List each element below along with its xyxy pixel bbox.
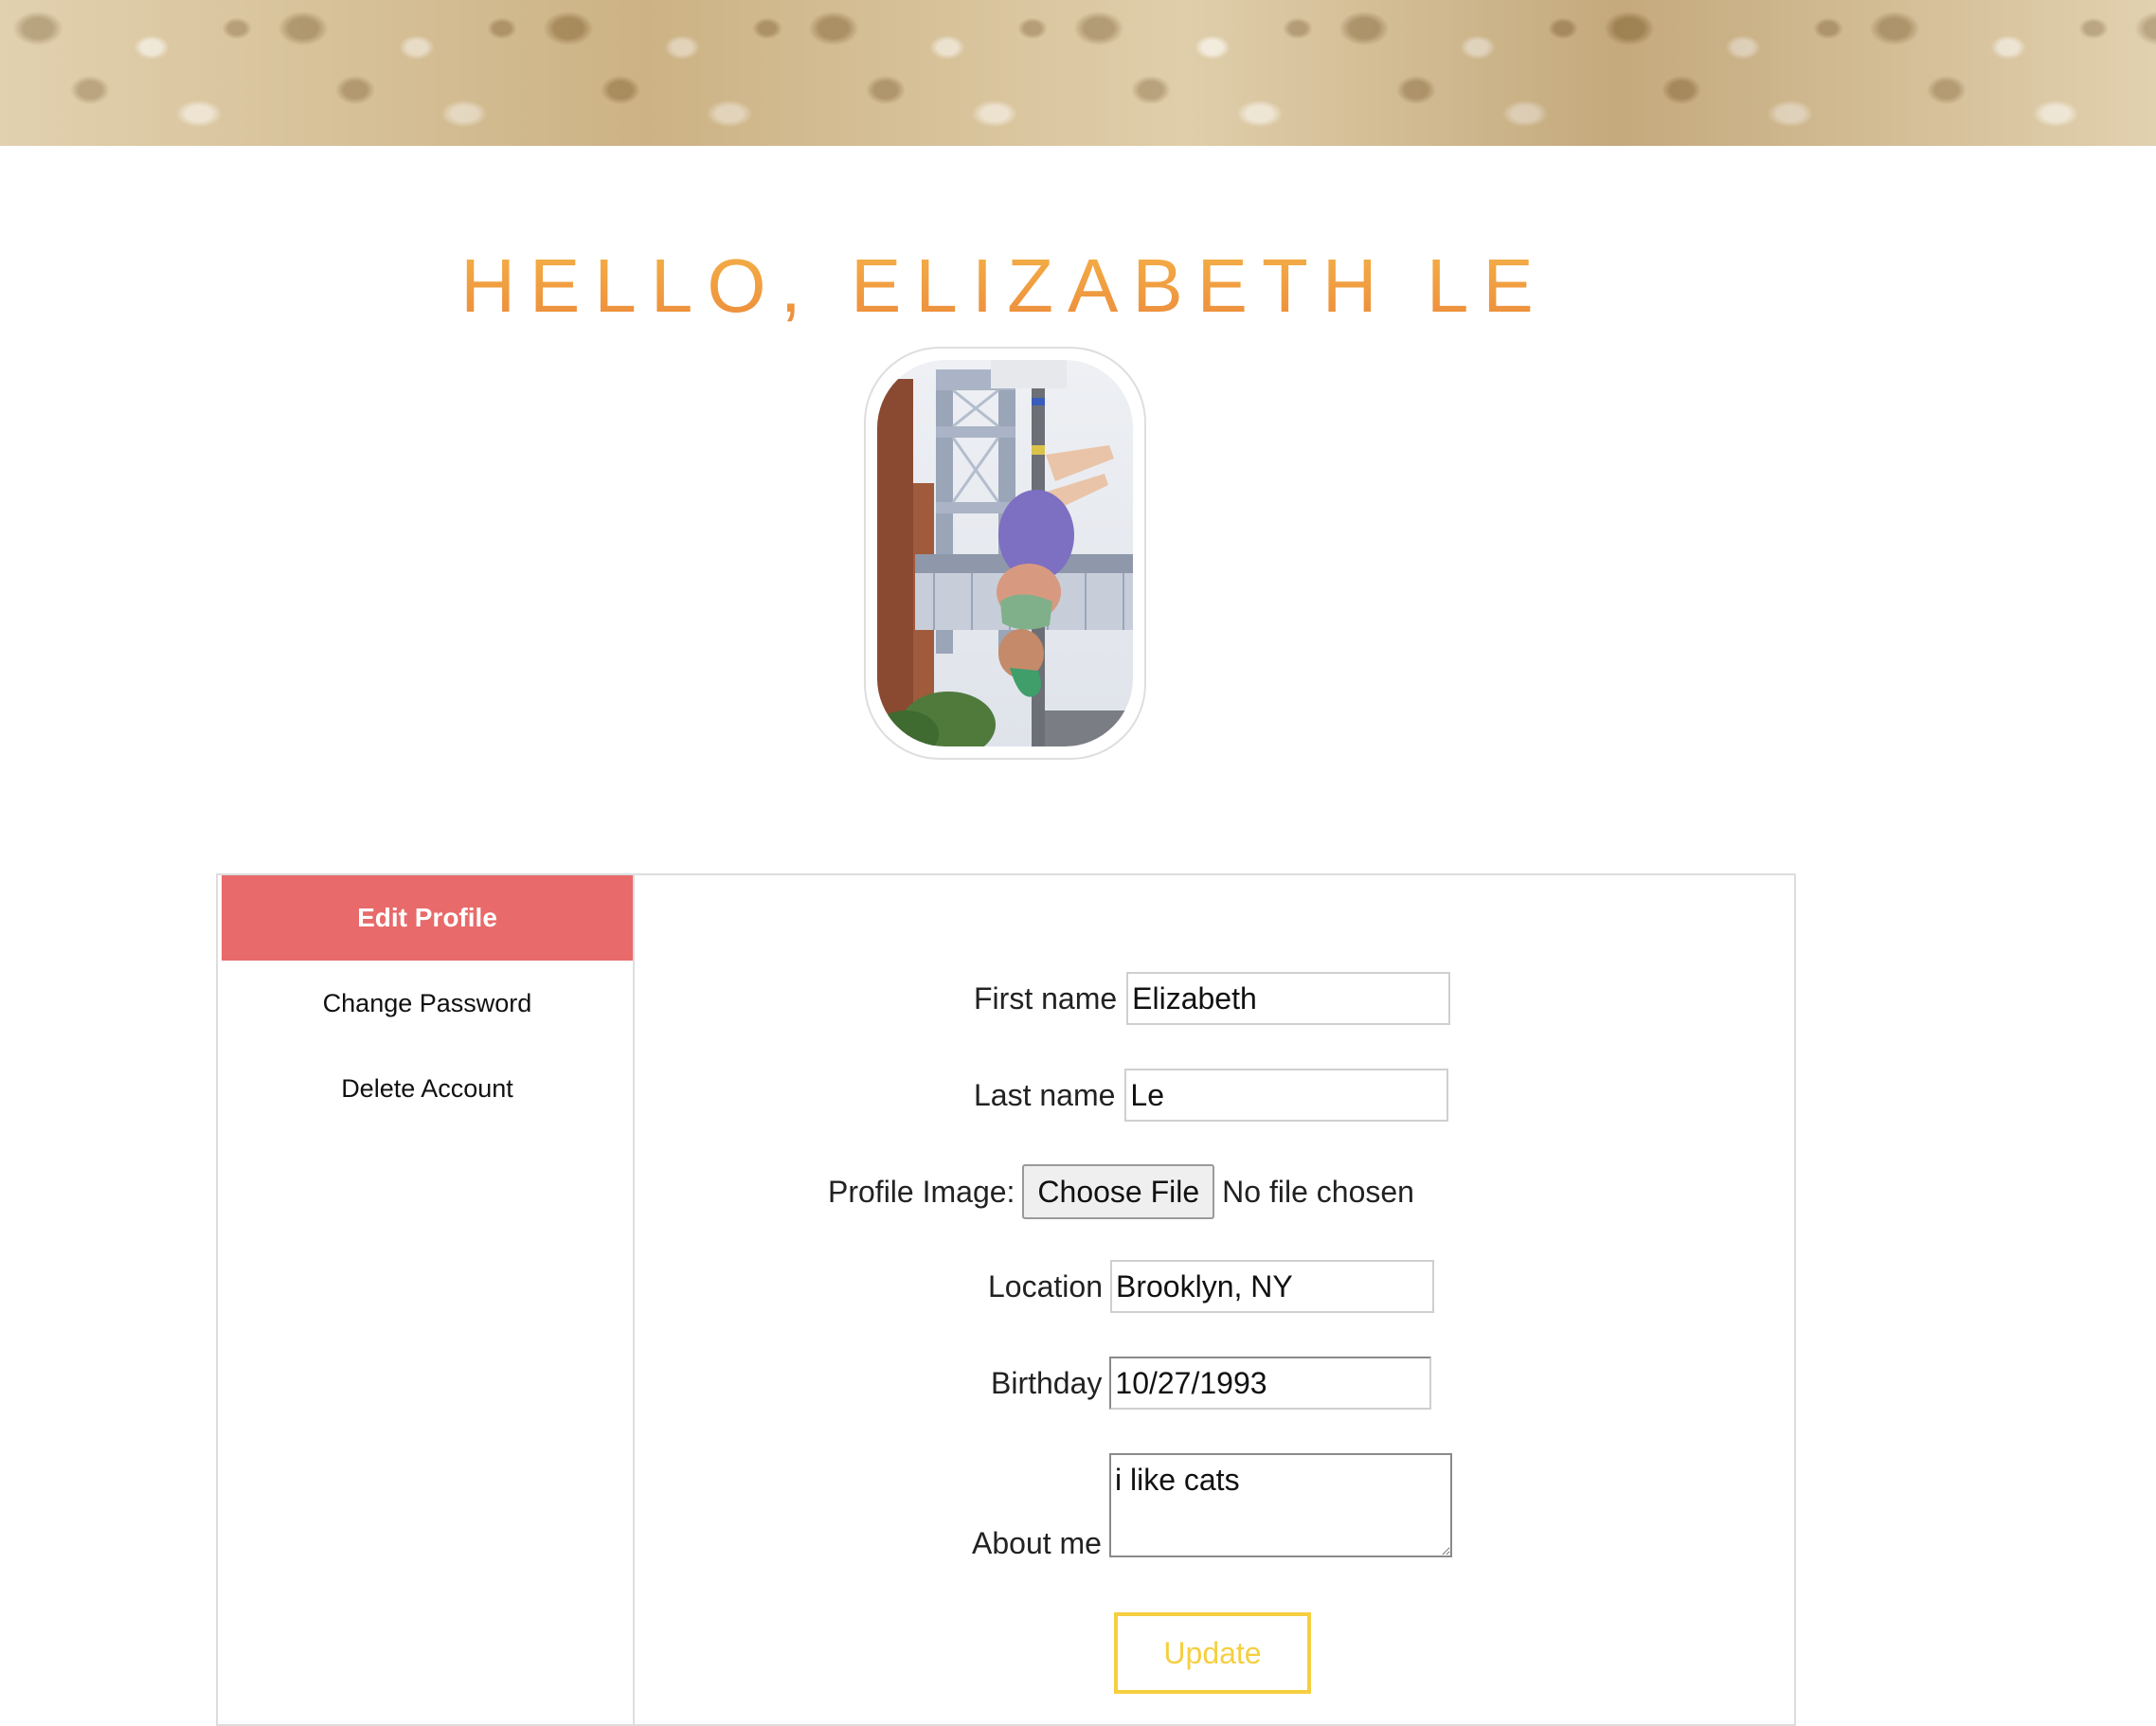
sidebar-item-change-password[interactable]: Change Password: [222, 961, 633, 1046]
last-name-input[interactable]: [1124, 1069, 1449, 1122]
settings-sidebar: Edit Profile Change Password Delete Acco…: [218, 875, 635, 1724]
file-status-text: No file chosen: [1222, 1174, 1414, 1209]
about-row: About me i like cats: [972, 1453, 1452, 1560]
last-name-label: Last name: [974, 1077, 1116, 1112]
choose-file-button[interactable]: Choose File: [1022, 1164, 1215, 1219]
about-textarea[interactable]: i like cats: [1108, 1453, 1452, 1557]
location-label: Location: [988, 1268, 1103, 1303]
sidebar-item-edit-profile[interactable]: Edit Profile: [222, 875, 633, 961]
profile-avatar-frame: [864, 347, 1146, 760]
location-row: Location: [988, 1260, 1434, 1313]
profile-image-label: Profile Image:: [828, 1174, 1015, 1209]
birthday-label: Birthday: [991, 1365, 1103, 1400]
sidebar-item-delete-account[interactable]: Delete Account: [222, 1046, 633, 1131]
update-button[interactable]: Update: [1114, 1612, 1311, 1694]
profile-image-row: Profile Image: Choose File No file chose…: [828, 1164, 1414, 1219]
location-input[interactable]: [1109, 1260, 1434, 1313]
about-label: About me: [972, 1526, 1102, 1560]
header-banner-image: [0, 0, 2156, 146]
first-name-input[interactable]: [1126, 972, 1451, 1025]
first-name-row: First name: [974, 972, 1451, 1025]
page-title: HELLO, ELIZABETH LE: [0, 243, 2008, 330]
birthday-row: Birthday: [991, 1357, 1432, 1410]
first-name-label: First name: [974, 980, 1118, 1016]
birthday-input[interactable]: [1109, 1357, 1432, 1410]
avatar: [877, 360, 1133, 746]
last-name-row: Last name: [974, 1069, 1449, 1122]
